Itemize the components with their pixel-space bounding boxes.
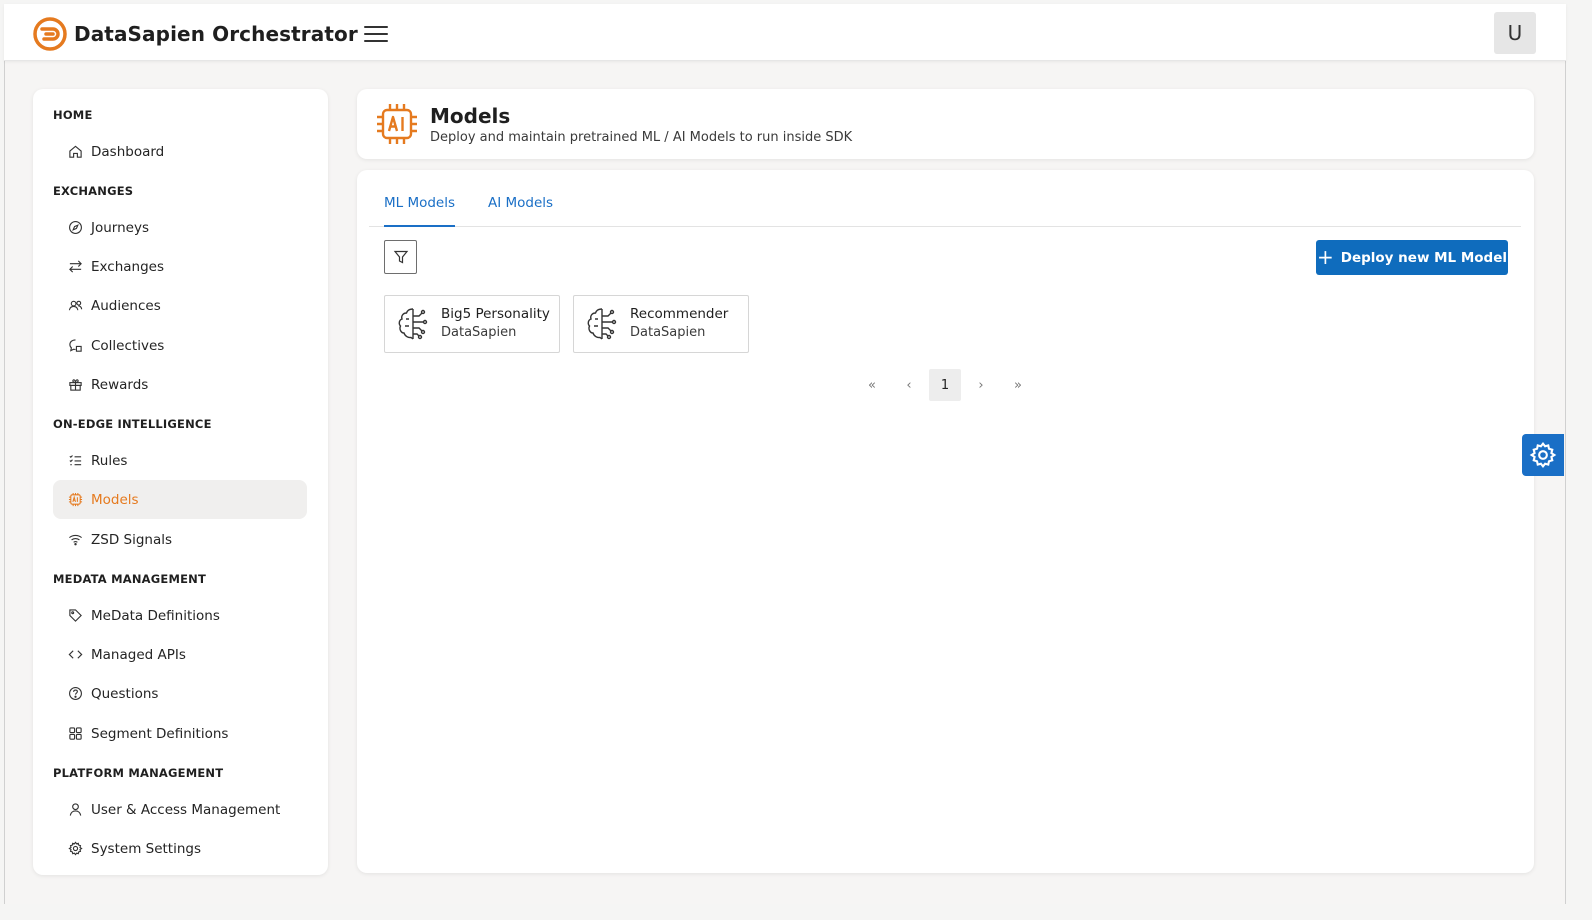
page-subtitle: Deploy and maintain pretrained ML / AI M… <box>430 130 853 145</box>
sidebar-item-label: Audiences <box>91 297 161 314</box>
sidebar-item-label: Collectives <box>91 337 165 354</box>
section-heading-on-edge-intelligence: ON-EDGE INTELLIGENCE <box>53 417 212 431</box>
tab-ml-models[interactable]: ML Models <box>384 195 456 227</box>
filter-icon <box>393 250 408 264</box>
sidebar-item-collectives[interactable]: Collectives <box>53 326 307 365</box>
sidebar-item-managed-apis[interactable]: Managed APIs <box>53 635 307 674</box>
model-name: Recommender <box>630 306 729 322</box>
sidebar-item-label: Exchanges <box>91 258 164 275</box>
brain-circuit-icon <box>587 308 617 340</box>
compass-icon <box>67 220 83 236</box>
models-content-panel: ML Models AI Models + Deploy new ML Mode… <box>357 170 1534 873</box>
wifi-icon <box>67 532 83 548</box>
sidebar-item-label: Models <box>91 491 139 508</box>
grid-icon <box>67 726 83 742</box>
sidebar-item-label: Rules <box>91 452 128 469</box>
datasapien-logo-icon <box>33 17 67 51</box>
sidebar-item-label: Rewards <box>91 376 149 393</box>
pagination-page-1[interactable]: 1 <box>929 369 961 401</box>
gift-icon <box>67 377 83 393</box>
section-heading-platform-management: PLATFORM MANAGEMENT <box>53 766 224 780</box>
ai-chip-icon <box>67 492 83 508</box>
model-name: Big5 Personality <box>441 306 550 322</box>
sidebar-item-rewards[interactable]: Rewards <box>53 365 307 404</box>
sidebar-item-label: System Settings <box>91 840 202 857</box>
deploy-new-ml-model-button[interactable]: + Deploy new ML Model <box>1316 240 1508 275</box>
checklist-icon <box>67 453 83 469</box>
sidebar-item-user-access-management[interactable]: User & Access Management <box>53 790 307 829</box>
sidebar-item-medata-definitions[interactable]: MeData Definitions <box>53 596 307 635</box>
sidebar-item-label: Managed APIs <box>91 646 186 663</box>
model-org: DataSapien <box>441 325 517 340</box>
section-heading-exchanges: EXCHANGES <box>53 184 134 198</box>
model-card-big5-personality[interactable]: Big5 Personality DataSapien <box>384 295 560 353</box>
tab-ai-models[interactable]: AI Models <box>488 195 553 211</box>
sidebar-item-audiences[interactable]: Audiences <box>53 286 307 325</box>
section-heading-medata-management: MEDATA MANAGEMENT <box>53 572 207 586</box>
plus-icon: + <box>1316 244 1334 269</box>
sidebar-item-label: MeData Definitions <box>91 607 220 624</box>
sidebar-item-dashboard[interactable]: Dashboard <box>53 132 307 171</box>
sidebar-item-zsd-signals[interactable]: ZSD Signals <box>53 520 307 559</box>
model-org: DataSapien <box>630 325 706 340</box>
pagination-last-button[interactable]: » <box>1002 369 1034 401</box>
question-circle-icon <box>67 686 83 702</box>
person-icon <box>67 802 83 818</box>
deploy-button-label: Deploy new ML Model <box>1340 249 1508 266</box>
code-icon <box>67 647 83 663</box>
sidebar-item-label: ZSD Signals <box>91 531 173 548</box>
settings-fab-button[interactable] <box>1522 434 1564 476</box>
app-title: DataSapien Orchestrator <box>74 22 358 46</box>
sidebar-item-system-settings[interactable]: System Settings <box>53 829 307 868</box>
sidebar-item-label: Journeys <box>91 219 149 236</box>
home-icon <box>67 144 83 160</box>
section-heading-home: HOME <box>53 108 93 122</box>
pagination-first-button[interactable]: « <box>856 369 888 401</box>
ai-chip-icon <box>377 104 417 144</box>
sidebar-item-rules[interactable]: Rules <box>53 441 307 480</box>
sidebar-item-label: User & Access Management <box>91 801 281 818</box>
gear-icon <box>1529 441 1557 469</box>
arrows-exchange-icon <box>67 259 83 275</box>
page-header: Models Deploy and maintain pretrained ML… <box>357 89 1534 159</box>
model-card-recommender[interactable]: Recommender DataSapien <box>573 295 749 353</box>
hamburger-menu-icon[interactable] <box>364 26 388 44</box>
tab-bar: ML Models AI Models <box>369 170 1521 227</box>
brain-circuit-icon <box>398 308 428 340</box>
sidebar-item-models[interactable]: Models <box>53 480 307 519</box>
pagination-next-button[interactable]: › <box>965 369 997 401</box>
filter-button[interactable] <box>384 240 417 274</box>
gear-icon <box>67 841 83 857</box>
people-icon <box>67 298 83 314</box>
pagination-prev-button[interactable]: ‹ <box>893 369 925 401</box>
sidebar-item-segment-definitions[interactable]: Segment Definitions <box>53 714 307 753</box>
tag-icon <box>67 608 83 624</box>
sidebar: HOME Dashboard EXCHANGES Journeys Exchan… <box>33 89 328 875</box>
sidebar-item-label: Dashboard <box>91 143 165 160</box>
sidebar-item-journeys[interactable]: Journeys <box>53 208 307 247</box>
page-title: Models <box>430 104 511 128</box>
top-bar: DataSapien Orchestrator U <box>4 4 1566 61</box>
sidebar-item-label: Segment Definitions <box>91 725 229 742</box>
sidebar-item-questions[interactable]: Questions <box>53 674 307 713</box>
sidebar-item-label: Questions <box>91 685 159 702</box>
sidebar-item-exchanges[interactable]: Exchanges <box>53 247 307 286</box>
chat-icon <box>67 338 83 354</box>
user-avatar[interactable]: U <box>1494 12 1536 54</box>
